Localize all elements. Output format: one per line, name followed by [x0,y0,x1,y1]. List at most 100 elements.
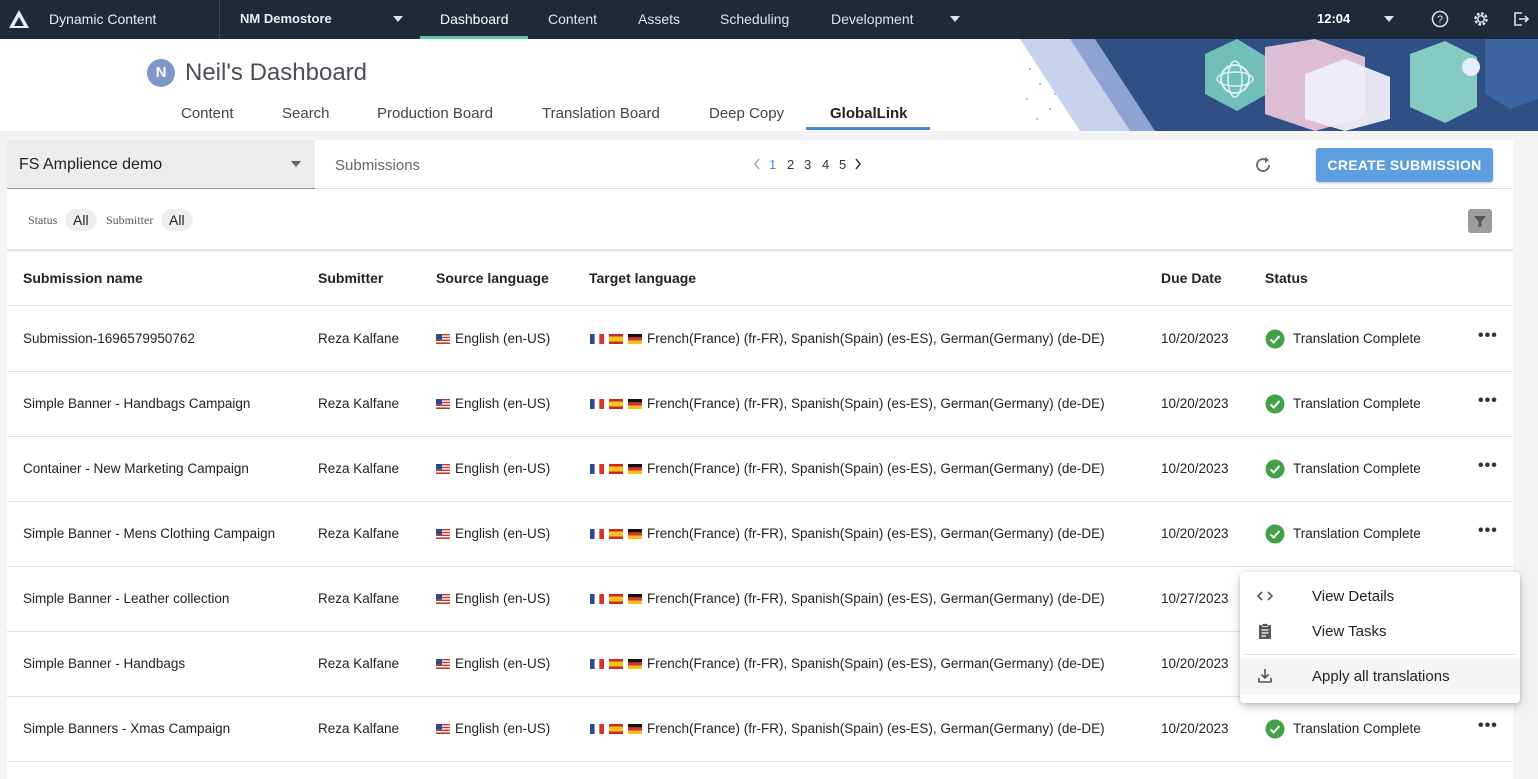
germany-flag-icon [628,724,642,734]
due-date: 10/20/2023 [1161,331,1229,346]
source-language-text: English (en-US) [455,461,551,476]
clipboard-icon [1259,623,1271,639]
us-flag-icon [436,659,450,669]
france-flag-icon [590,594,604,604]
page-link-1[interactable]: 1 [769,157,776,172]
hub-chevron-down-icon[interactable] [393,16,403,22]
due-date: 10/20/2023 [1161,721,1229,736]
table-row[interactable]: Submission-1696579950762 Reza Kalfane Engl… [7,307,1513,372]
page-link-2[interactable]: 2 [787,157,794,172]
nav-more-chevron-down-icon[interactable] [950,16,960,22]
submitter: Reza Kalfane [318,526,400,541]
france-flag-icon [590,399,604,409]
menu-item-view-details[interactable]: View Details [1240,579,1520,615]
menu-item-apply-all-translations[interactable]: Apply all translations [1240,659,1520,695]
page-link-4[interactable]: 4 [822,157,829,172]
us-flag-icon [436,399,450,409]
hub-select-value: FS Amplience demo [19,156,163,173]
spain-flag-icon [609,724,623,734]
submitter: Reza Kalfane [318,331,400,346]
source-language: English (en-US) [436,331,550,346]
check-circle-icon [1265,394,1285,414]
submitter: Reza Kalfane [318,396,400,411]
france-flag-icon [590,334,604,344]
table-row[interactable]: Simple Banner - Handbags Campaign Reza Ka… [7,372,1513,437]
target-language-text: French(France) (fr-FR), Spanish(Spain) (… [647,331,1105,346]
submissions-label: Submissions [335,157,421,174]
hub-name[interactable]: NM Demostore [240,11,332,26]
create-submission-button[interactable]: CREATE SUBMISSION [1316,148,1493,182]
spain-flag-icon [609,464,623,474]
tab-production-board[interactable]: Production Board [377,105,493,122]
spain-flag-icon [609,334,623,344]
more-actions-icon[interactable]: ••• [1478,717,1498,735]
dashboard-header: N Neil's Dashboard Content Search Produc… [0,39,1538,131]
target-language-text: French(France) (fr-FR), Spanish(Spain) (… [647,396,1105,411]
source-language-text: English (en-US) [455,591,551,606]
nav-development[interactable]: Development [811,0,934,39]
nav-assets[interactable]: Assets [618,0,700,39]
tab-content[interactable]: Content [181,105,234,122]
help-icon[interactable]: ? [1431,10,1449,28]
chevron-right-icon[interactable] [854,158,862,170]
time-display[interactable]: 12:04 [1317,11,1350,26]
col-due-date[interactable]: Due Date [1161,270,1222,286]
submitter-filter-chip[interactable]: All [161,209,193,231]
due-date: 10/20/2023 [1161,656,1229,671]
nav-dashboard[interactable]: Dashboard [420,0,528,39]
submission-name[interactable]: Simple Banners - Xmas Campaign [23,721,230,736]
avatar: N [147,59,175,87]
menu-divider [1244,654,1516,655]
due-date: 10/27/2023 [1161,591,1229,606]
source-language: English (en-US) [436,526,550,541]
col-status[interactable]: Status [1265,270,1308,286]
more-actions-icon[interactable]: ••• [1478,522,1498,540]
filter-icon[interactable] [1468,209,1492,233]
time-chevron-down-icon[interactable] [1384,16,1394,22]
submitter: Reza Kalfane [318,461,400,476]
target-language: French(France) (fr-FR), Spanish(Spain) (… [590,461,1105,476]
tab-globallink[interactable]: GlobalLink [830,105,908,122]
table-header: Submission name Submitter Source languag… [7,252,1513,306]
check-circle-icon [1265,524,1285,544]
nav-scheduling[interactable]: Scheduling [700,0,809,39]
more-actions-icon[interactable]: ••• [1478,392,1498,410]
page-link-3[interactable]: 3 [804,157,811,172]
submission-name[interactable]: Simple Banner - Handbags Campaign [23,396,250,411]
tab-translation-board[interactable]: Translation Board [542,105,660,122]
app-name[interactable]: Dynamic Content [49,11,156,27]
page-link-5[interactable]: 5 [839,157,846,172]
status-filter-chip[interactable]: All [65,209,97,231]
settings-icon[interactable] [1472,10,1490,28]
col-target-language[interactable]: Target language [589,270,696,286]
menu-item-view-tasks[interactable]: View Tasks [1240,614,1520,650]
more-actions-icon[interactable]: ••• [1478,457,1498,475]
top-bar: Dynamic Content NM Demostore Dashboard C… [0,0,1538,39]
submission-name[interactable]: Submission-1696579950762 [23,331,195,346]
table-row[interactable]: Simple Banner - Mens Clothing Campaign Re… [7,502,1513,567]
col-source-language[interactable]: Source language [436,270,549,286]
table-row[interactable]: Simple Banners - Xmas Campaign Reza Kalfa… [7,697,1513,762]
active-tab-indicator [806,127,930,130]
col-submitter[interactable]: Submitter [318,270,383,286]
submission-name[interactable]: Simple Banner - Handbags [23,656,185,671]
submission-name[interactable]: Simple Banner - Leather collection [23,591,229,606]
france-flag-icon [590,659,604,669]
col-submission-name[interactable]: Submission name [23,270,143,286]
check-circle-icon [1265,459,1285,479]
tab-deep-copy[interactable]: Deep Copy [709,105,784,122]
status-text: Translation Complete [1293,396,1421,411]
nav-content[interactable]: Content [528,0,617,39]
amplience-logo-icon[interactable] [8,9,30,29]
target-language: French(France) (fr-FR), Spanish(Spain) (… [590,656,1105,671]
tab-search[interactable]: Search [282,105,330,122]
table-row[interactable]: Container - New Marketing Campaign Reza K… [7,437,1513,502]
submission-name[interactable]: Simple Banner - Mens Clothing Campaign [23,526,275,541]
chevron-left-icon[interactable] [753,158,761,170]
more-actions-icon[interactable]: ••• [1478,327,1498,345]
source-language-text: English (en-US) [455,656,551,671]
submission-name[interactable]: Container - New Marketing Campaign [23,461,249,476]
logout-icon[interactable] [1512,10,1530,28]
hub-select[interactable]: FS Amplience demo [7,140,315,189]
refresh-icon[interactable] [1253,155,1273,175]
